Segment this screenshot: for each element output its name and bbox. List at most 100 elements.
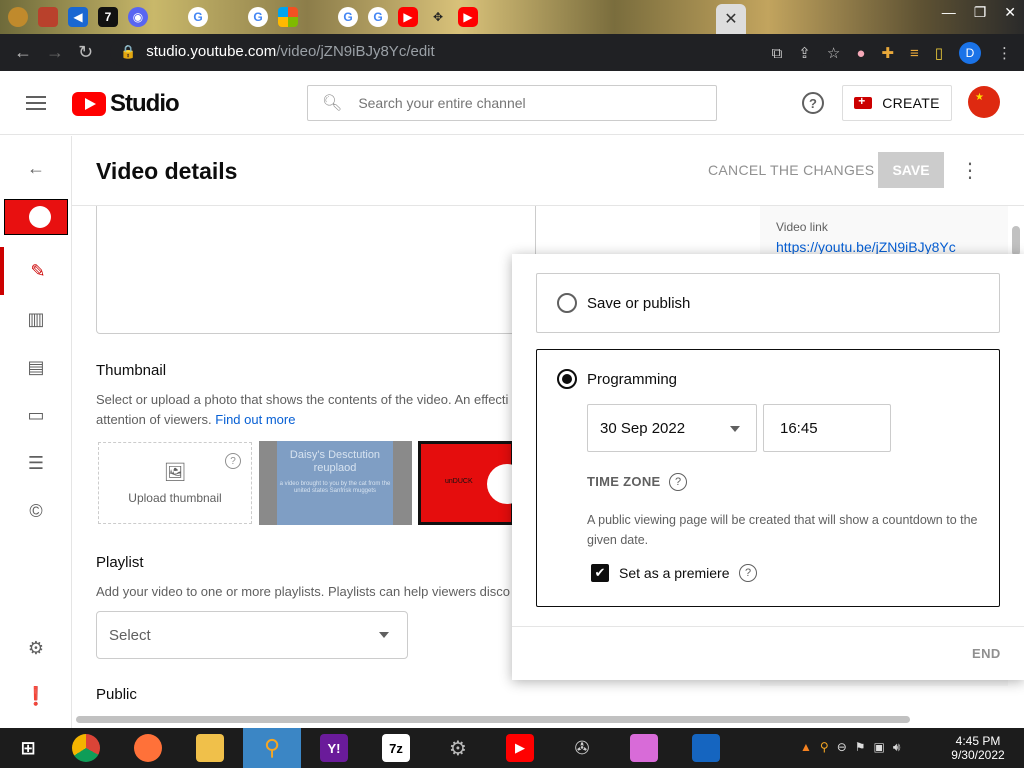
youtube-tab-icon[interactable]: ▶ <box>398 7 418 27</box>
windows-start-icon[interactable]: ⊞ <box>14 734 42 762</box>
block-tray-icon[interactable]: ⊖ <box>837 740 847 755</box>
youtube-play-icon <box>72 92 106 116</box>
translate-icon[interactable]: ⧉ <box>772 45 783 62</box>
schedule-time-input[interactable]: 16:45 <box>763 404 891 452</box>
google-tab-icon-4[interactable]: G <box>368 7 388 27</box>
help-icon[interactable]: ? <box>802 92 824 114</box>
channel-search[interactable]: 🔍︎ <box>307 85 717 121</box>
playlist-select-value: Select <box>109 626 151 644</box>
active-tab-close-icon[interactable]: ✕ <box>716 4 746 34</box>
more-options-icon[interactable]: ⋮ <box>960 158 980 183</box>
end-button[interactable]: END <box>972 646 1001 661</box>
vertical-scrollbar[interactable] <box>1012 226 1020 256</box>
timezone-label[interactable]: TIME ZONE <box>587 474 660 489</box>
premiere-help-icon[interactable]: ? <box>739 564 757 582</box>
tab-favicon-blank-3[interactable] <box>308 7 328 27</box>
extension-flag-icon[interactable]: ● <box>856 45 865 62</box>
taskbar-clock[interactable]: 4:45 PM 9/30/2022 <box>946 734 1010 762</box>
google-tab-icon-3[interactable]: G <box>338 7 358 27</box>
thumbnail-option-1[interactable]: Daisy's Desctution reuplaod a video brou… <box>259 441 412 525</box>
7zip-icon[interactable]: 7z <box>382 734 410 762</box>
phone-app-icon[interactable] <box>692 734 720 762</box>
flag-tray-icon[interactable]: ⚑ <box>855 740 866 755</box>
extensions-puzzle-icon[interactable]: ✚ <box>881 44 894 62</box>
back-arrow-icon[interactable]: ← <box>14 42 32 63</box>
sidebar-item-details-pencil-icon[interactable]: ✎ <box>0 247 72 295</box>
search-magnifier-app-icon[interactable]: ⚲ <box>258 734 286 762</box>
cancel-changes-button[interactable]: CANCEL THE CHANGES <box>708 162 874 178</box>
add-image-icon: 🖼︎ <box>163 461 187 482</box>
programming-option[interactable]: Programming 30 Sep 2022 16:45 TIME ZONE … <box>536 349 1000 607</box>
thumbnail-option-1-small: a video brought to you by the cat from t… <box>279 481 391 494</box>
close-window-icon[interactable]: ✕ <box>1004 4 1016 21</box>
save-button[interactable]: SAVE <box>878 152 944 188</box>
programming-radio[interactable] <box>557 369 577 389</box>
volume-icon[interactable]: 🔊︎ <box>893 740 901 755</box>
paint-app-icon[interactable] <box>630 734 658 762</box>
side-panel-icon[interactable]: ▯ <box>935 44 943 62</box>
premiere-checkbox[interactable]: ✔ <box>591 564 609 582</box>
microsoft-tab-icon[interactable] <box>278 7 298 27</box>
thumbnail-option-2[interactable]: unDUCK <box>418 441 527 525</box>
sidebar-item-analytics-icon[interactable]: ▥ <box>0 295 72 343</box>
create-label: CREATE <box>882 95 940 111</box>
browser-menu-icon[interactable]: ⋮ <box>997 44 1012 62</box>
profile-avatar[interactable]: D <box>959 42 981 64</box>
channel-avatar[interactable]: ★ <box>968 86 1000 118</box>
thumbnail-help-icon[interactable]: ? <box>225 453 241 469</box>
save-or-publish-option[interactable]: Save or publish <box>536 273 1000 333</box>
premiere-label[interactable]: Set as a premiere <box>619 565 730 581</box>
sidebar-item-feedback-icon[interactable]: ❗ <box>0 672 72 720</box>
studio-logo[interactable]: Studio <box>72 90 180 118</box>
chrome-icon[interactable] <box>72 734 100 762</box>
back-to-channel-icon[interactable]: ← <box>0 144 72 192</box>
tab-favicon-2[interactable] <box>38 7 58 27</box>
file-explorer-icon[interactable] <box>196 734 224 762</box>
firefox-icon[interactable] <box>134 734 162 762</box>
tab-favicon-7[interactable]: 7 <box>98 7 118 27</box>
save-publish-radio[interactable] <box>557 293 577 313</box>
sidebar-item-editor-clapper-icon[interactable]: ▤ <box>0 343 72 391</box>
film-reel-icon[interactable]: ✇ <box>568 734 596 762</box>
find-out-more-link[interactable]: Find out more <box>215 412 295 427</box>
sidebar-item-copyright-icon[interactable]: © <box>0 487 72 535</box>
video-link-url[interactable]: https://youtu.be/jZN9iBJy8Yc <box>776 239 956 255</box>
search-input[interactable] <box>358 95 679 111</box>
google-tab-icon-2[interactable]: G <box>248 7 268 27</box>
tab-favicon-blank[interactable] <box>158 7 178 27</box>
description-textarea[interactable] <box>96 206 536 334</box>
bookmark-star-icon[interactable]: ☆ <box>827 44 840 62</box>
url-field[interactable]: 🔒 studio.youtube.com/video/jZN9iBJy8Yc/e… <box>110 38 830 66</box>
search-tray-icon[interactable]: ⚲ <box>820 740 829 755</box>
restore-icon[interactable]: ❐ <box>974 4 987 21</box>
forward-arrow-icon[interactable]: → <box>46 42 64 63</box>
timezone-help-icon[interactable]: ? <box>669 473 687 491</box>
gear-app-icon[interactable]: ⚙ <box>444 734 472 762</box>
create-video-icon <box>854 94 873 109</box>
yahoo-messenger-icon[interactable]: Y! <box>320 734 348 762</box>
sidebar-item-subtitles-icon[interactable]: ☰ <box>0 439 72 487</box>
discord-icon[interactable]: ◉ <box>128 7 148 27</box>
youtube-tab-icon-2[interactable]: ▶ <box>458 7 478 27</box>
sidebar-item-settings-gear-icon[interactable]: ⚙ <box>0 624 72 672</box>
youtube-app-icon[interactable]: ▶ <box>506 734 534 762</box>
minimize-icon[interactable]: — <box>942 4 956 21</box>
playlist-select[interactable]: Select <box>96 611 408 659</box>
reload-icon[interactable]: ↻ <box>78 42 93 63</box>
move-tab-icon[interactable]: ✥ <box>428 7 448 27</box>
sidebar-item-comments-icon[interactable]: ▭ <box>0 391 72 439</box>
horizontal-scrollbar[interactable] <box>76 716 910 723</box>
upload-thumbnail-button[interactable]: ? 🖼︎ Upload thumbnail <box>98 442 252 524</box>
playlist-extension-icon[interactable]: ≡ <box>910 45 919 62</box>
vlc-tray-icon[interactable]: ▲ <box>800 740 812 755</box>
network-tray-icon[interactable]: ▣ <box>874 740 885 755</box>
schedule-date-select[interactable]: 30 Sep 2022 <box>587 404 757 452</box>
tab-favicon-1[interactable] <box>8 7 28 27</box>
tab-favicon-blank-2[interactable] <box>218 7 238 27</box>
create-button[interactable]: CREATE <box>842 85 952 121</box>
hamburger-menu-icon[interactable] <box>26 96 46 110</box>
google-tab-icon[interactable]: G <box>188 7 208 27</box>
share-icon[interactable]: ⇪ <box>798 44 811 62</box>
tab-favicon-3[interactable]: ◀ <box>68 7 88 27</box>
video-thumbnail-mini[interactable] <box>4 199 68 235</box>
